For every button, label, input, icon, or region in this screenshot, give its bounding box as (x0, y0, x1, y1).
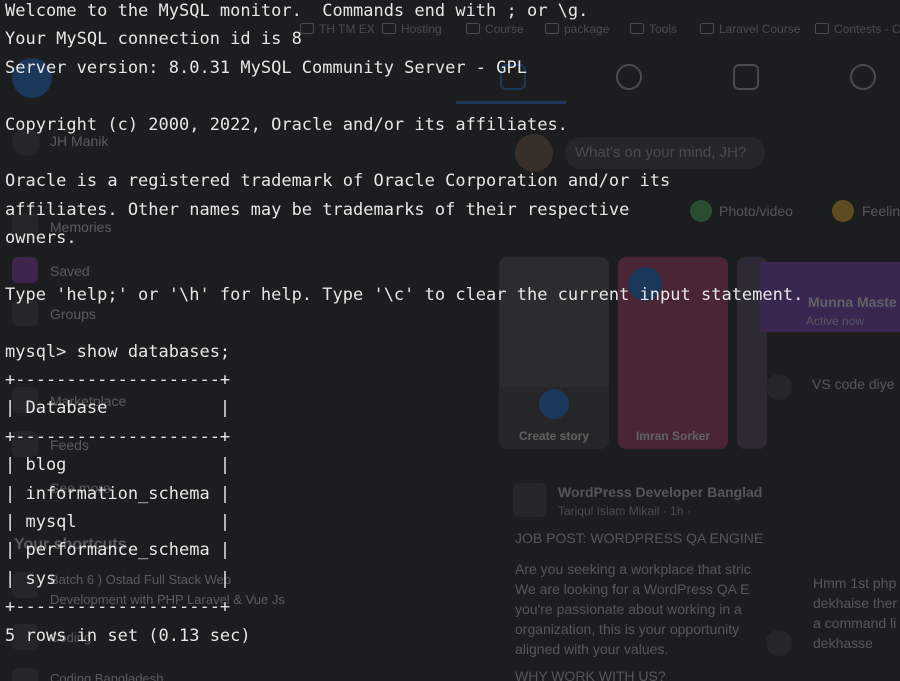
post-subhead: WHY WORK WITH US? (515, 668, 666, 681)
chat-status: Active now (806, 314, 865, 328)
chat-message: dekhasse (813, 635, 873, 651)
terminal-output[interactable]: Welcome to the MySQL monitor. Commands e… (5, 0, 803, 650)
chat-contact-name: Munna Maste (808, 294, 897, 310)
groups-icon[interactable] (850, 64, 876, 90)
terminal-line: affiliates. Other names may be trademark… (5, 199, 630, 220)
feeling-icon (832, 200, 854, 222)
terminal-line: Type 'help;' or '\h' for help. Type '\c'… (5, 284, 804, 305)
feeling-button[interactable]: Feeling (862, 203, 900, 219)
chat-message: VS code diye (812, 376, 895, 392)
shortcut-thumb (12, 668, 38, 681)
terminal-line: +--------------------+ (5, 597, 231, 618)
terminal-line: Server version: 8.0.31 MySQL Community S… (5, 57, 527, 78)
shortcut-item[interactable]: Coding Bangladesh (50, 671, 163, 681)
chat-message: Hmm 1st php (813, 575, 897, 591)
terminal-line: | Database | (5, 398, 231, 419)
terminal-window[interactable]: TH TM EX Hosting Course package Tools La… (0, 0, 900, 681)
terminal-line: 5 rows in set (0.13 sec) (5, 625, 251, 646)
chat-message: a command li (813, 615, 897, 631)
terminal-line: +--------------------+ (5, 426, 231, 447)
terminal-line: | sys | (5, 568, 231, 589)
chat-message: dekhaise ther (813, 595, 898, 611)
bookmark-item[interactable]: Contests - C (815, 22, 900, 36)
terminal-line: Your MySQL connection id is 8 (5, 29, 302, 50)
terminal-line: Welcome to the MySQL monitor. Commands e… (5, 1, 589, 21)
terminal-line: Copyright (c) 2000, 2022, Oracle and/or … (5, 114, 568, 135)
terminal-line: | performance_schema | (5, 540, 231, 561)
terminal-line: | mysql | (5, 512, 231, 533)
terminal-line: Oracle is a registered trademark of Orac… (5, 171, 671, 192)
terminal-line: | blog | (5, 455, 231, 476)
terminal-line: +--------------------+ (5, 370, 231, 391)
terminal-line: mysql> show databases; (5, 341, 231, 362)
terminal-line: owners. (5, 228, 77, 249)
terminal-line: | information_schema | (5, 483, 231, 504)
